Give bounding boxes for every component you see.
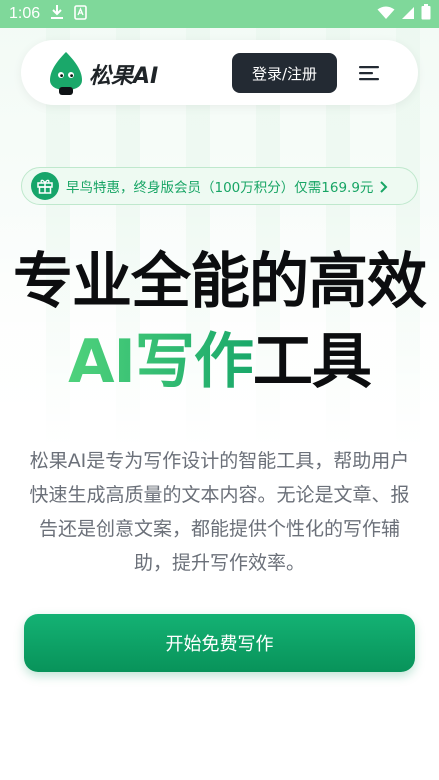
product-description: 松果AI是专为写作设计的智能工具，帮助用户快速生成高质量的文本内容。无论是文章、… <box>29 450 410 574</box>
brand-name: 松果AI <box>89 64 159 89</box>
hero-title-line1: 专业全能的高效 <box>13 247 427 317</box>
promo-banner[interactable]: 早鸟特惠，终身版会员（100万积分）仅需169.9元 <box>21 167 418 205</box>
battery-icon <box>421 4 431 24</box>
status-right <box>377 4 431 24</box>
menu-icon[interactable] <box>359 64 381 82</box>
sim-alert-icon <box>74 4 87 24</box>
pinecone-logo-icon[interactable] <box>48 50 84 96</box>
start-free-writing-button[interactable]: 开始免费写作 <box>24 614 415 672</box>
login-register-button[interactable]: 登录/注册 <box>232 53 337 93</box>
status-bar: 1:06 <box>0 0 439 28</box>
status-left: 1:06 <box>9 4 87 24</box>
hero-title-line2: AI写作工具 <box>0 326 439 398</box>
hero-rest-text: 工具 <box>252 327 372 397</box>
wifi-icon <box>377 5 395 24</box>
promo-text: 早鸟特惠，终身版会员（100万积分）仅需169.9元 <box>66 180 374 196</box>
hero-accent-text: AI写作 <box>68 327 254 397</box>
status-time: 1:06 <box>9 5 41 22</box>
download-icon <box>50 4 64 24</box>
chevron-right-icon <box>379 179 389 193</box>
top-nav: 松果AI 登录/注册 <box>21 40 418 105</box>
signal-icon <box>401 5 415 24</box>
gift-icon <box>31 172 59 200</box>
